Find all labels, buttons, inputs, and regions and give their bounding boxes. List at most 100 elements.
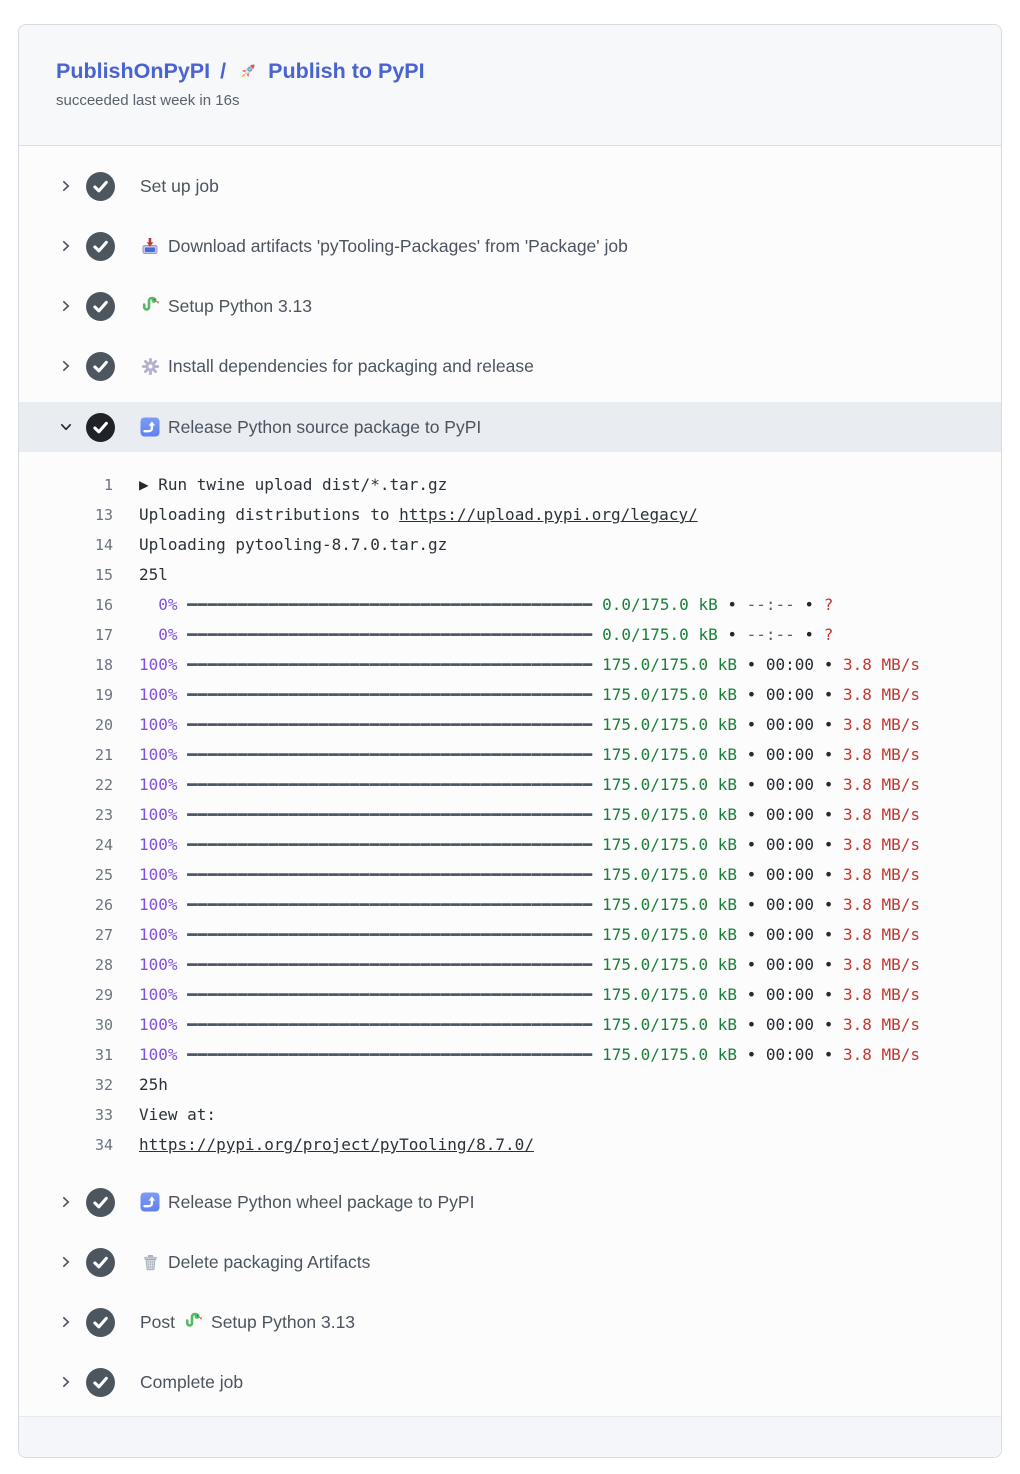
log-line-text: 25l [139, 560, 168, 590]
log-text-segment: 175.0/175.0 kB [592, 745, 737, 764]
log-text-segment: • [814, 895, 843, 914]
log-text-segment: 0% [139, 625, 187, 644]
log-text-segment: 175.0/175.0 kB [592, 985, 737, 1004]
log-text-segment: • [814, 865, 843, 884]
log-text-segment: 00:00 [766, 1045, 814, 1064]
log-line-number[interactable]: 16 [19, 590, 113, 620]
log-text-segment: • [814, 775, 843, 794]
log-text-segment: 3.8 MB/s [843, 865, 920, 884]
log-line-number[interactable]: 15 [19, 560, 113, 590]
progress-bar-text: ━━━━━━━━━━━━━━━━━━━━━━━━━━━━━━━━━━━━━━━━ [187, 595, 592, 614]
card-footer [19, 1416, 1001, 1457]
step-row[interactable]: Release Python wheel package to PyPI [19, 1172, 1001, 1232]
step-label: Setup Python 3.13 [211, 1311, 355, 1333]
check-circle-icon [86, 1248, 115, 1277]
log-line-text: ▶ Run twine upload dist/*.tar.gz [139, 470, 447, 500]
log-line-text: Uploading distributions to https://uploa… [139, 500, 698, 530]
log-line-number[interactable]: 25 [19, 860, 113, 890]
check-circle-icon [86, 413, 115, 442]
log-line-text: 100% ━━━━━━━━━━━━━━━━━━━━━━━━━━━━━━━━━━━… [139, 680, 920, 710]
log-line-number[interactable]: 19 [19, 680, 113, 710]
log-line-number[interactable]: 27 [19, 920, 113, 950]
log-text-segment: 175.0/175.0 kB [592, 775, 737, 794]
log-line: 20 100% ━━━━━━━━━━━━━━━━━━━━━━━━━━━━━━━━… [19, 710, 1001, 740]
log-text-segment: 175.0/175.0 kB [592, 835, 737, 854]
chevron-right-icon [59, 1375, 73, 1389]
step-row[interactable]: Delete packaging Artifacts [19, 1232, 1001, 1292]
log-text-segment: Uploading distributions to [139, 505, 399, 524]
log-line-number[interactable]: 34 [19, 1130, 113, 1160]
log-line-number[interactable]: 22 [19, 770, 113, 800]
log-link[interactable]: https://pypi.org/project/pyTooling/8.7.0… [139, 1135, 534, 1154]
log-line: 14 Uploading pytooling-8.7.0.tar.gz [19, 530, 1001, 560]
log-text-segment: 00:00 [766, 775, 814, 794]
log-line-number[interactable]: 32 [19, 1070, 113, 1100]
progress-bar-text: ━━━━━━━━━━━━━━━━━━━━━━━━━━━━━━━━━━━━━━━━ [187, 865, 592, 884]
log-line: 25 100% ━━━━━━━━━━━━━━━━━━━━━━━━━━━━━━━━… [19, 860, 1001, 890]
log-line-number[interactable]: 1 [19, 470, 113, 500]
log-text-segment: 25l [139, 565, 168, 584]
log-text-segment: 100% [139, 925, 187, 944]
log-text-segment: • [737, 835, 766, 854]
log-text-segment: • [737, 775, 766, 794]
step-row[interactable]: Set up job [19, 156, 1001, 216]
step-row[interactable]: Post Setup Python 3.13 [19, 1292, 1001, 1352]
log-text-segment: • [814, 805, 843, 824]
log-line-number[interactable]: 29 [19, 980, 113, 1010]
log-line: 29 100% ━━━━━━━━━━━━━━━━━━━━━━━━━━━━━━━━… [19, 980, 1001, 1010]
log-line: 34 https://pypi.org/project/pyTooling/8.… [19, 1130, 1001, 1160]
check-circle-icon [86, 292, 115, 321]
step-row[interactable]: Release Python source package to PyPI [19, 402, 1001, 452]
step-log-output: 1 ▶ Run twine upload dist/*.tar.gz 13 Up… [19, 452, 1001, 1172]
log-text-segment: 175.0/175.0 kB [592, 655, 737, 674]
log-text-segment: 3.8 MB/s [843, 925, 920, 944]
log-line-number[interactable]: 30 [19, 1010, 113, 1040]
log-line-number[interactable]: 14 [19, 530, 113, 560]
arrow-curving-up-icon [140, 417, 160, 437]
log-line-number[interactable]: 33 [19, 1100, 113, 1130]
chevron-right-icon [59, 359, 73, 373]
progress-bar-text: ━━━━━━━━━━━━━━━━━━━━━━━━━━━━━━━━━━━━━━━━ [187, 625, 592, 644]
log-text-segment: • [737, 1015, 766, 1034]
log-line-number[interactable]: 13 [19, 500, 113, 530]
log-line-number[interactable]: 18 [19, 650, 113, 680]
log-text-segment: 00:00 [766, 865, 814, 884]
progress-bar-text: ━━━━━━━━━━━━━━━━━━━━━━━━━━━━━━━━━━━━━━━━ [187, 1045, 592, 1064]
check-circle-icon [86, 232, 115, 261]
log-line-text: 100% ━━━━━━━━━━━━━━━━━━━━━━━━━━━━━━━━━━━… [139, 890, 920, 920]
log-text-segment: 00:00 [766, 745, 814, 764]
step-row[interactable]: Setup Python 3.13 [19, 276, 1001, 336]
log-text-segment: ? [824, 595, 834, 614]
python-snake-icon [183, 1312, 203, 1332]
wastebasket-icon [140, 1252, 160, 1272]
log-text-segment: • [737, 715, 766, 734]
log-line-number[interactable]: 23 [19, 800, 113, 830]
log-line-number[interactable]: 31 [19, 1040, 113, 1070]
step-row[interactable]: Install dependencies for packaging and r… [19, 336, 1001, 396]
log-line-number[interactable]: 20 [19, 710, 113, 740]
log-text-segment: 00:00 [766, 805, 814, 824]
log-line-number[interactable]: 28 [19, 950, 113, 980]
log-line-text: Uploading pytooling-8.7.0.tar.gz [139, 530, 447, 560]
log-link[interactable]: https://upload.pypi.org/legacy/ [399, 505, 698, 524]
log-line-number[interactable]: 21 [19, 740, 113, 770]
log-line: 31 100% ━━━━━━━━━━━━━━━━━━━━━━━━━━━━━━━━… [19, 1040, 1001, 1070]
progress-bar-text: ━━━━━━━━━━━━━━━━━━━━━━━━━━━━━━━━━━━━━━━━ [187, 925, 592, 944]
log-line-text: View at: [139, 1100, 216, 1130]
job-header: PublishOnPyPI / Publish to PyPI succeede… [19, 25, 1001, 146]
log-text-segment: 00:00 [766, 985, 814, 1004]
log-text-segment: 3.8 MB/s [843, 685, 920, 704]
progress-bar-text: ━━━━━━━━━━━━━━━━━━━━━━━━━━━━━━━━━━━━━━━━ [187, 895, 592, 914]
log-line: 1 ▶ Run twine upload dist/*.tar.gz [19, 470, 1001, 500]
log-line-number[interactable]: 24 [19, 830, 113, 860]
check-circle-icon [86, 172, 115, 201]
log-line-text: 100% ━━━━━━━━━━━━━━━━━━━━━━━━━━━━━━━━━━━… [139, 980, 920, 1010]
step-row[interactable]: Complete job [19, 1352, 1001, 1412]
log-line-number[interactable]: 26 [19, 890, 113, 920]
step-row[interactable]: Download artifacts 'pyTooling-Packages' … [19, 216, 1001, 276]
run-title: Publish to PyPI [268, 58, 425, 84]
log-text-segment: 100% [139, 685, 187, 704]
log-line-number[interactable]: 17 [19, 620, 113, 650]
log-line-text: 100% ━━━━━━━━━━━━━━━━━━━━━━━━━━━━━━━━━━━… [139, 650, 920, 680]
log-line-text: 100% ━━━━━━━━━━━━━━━━━━━━━━━━━━━━━━━━━━━… [139, 710, 920, 740]
